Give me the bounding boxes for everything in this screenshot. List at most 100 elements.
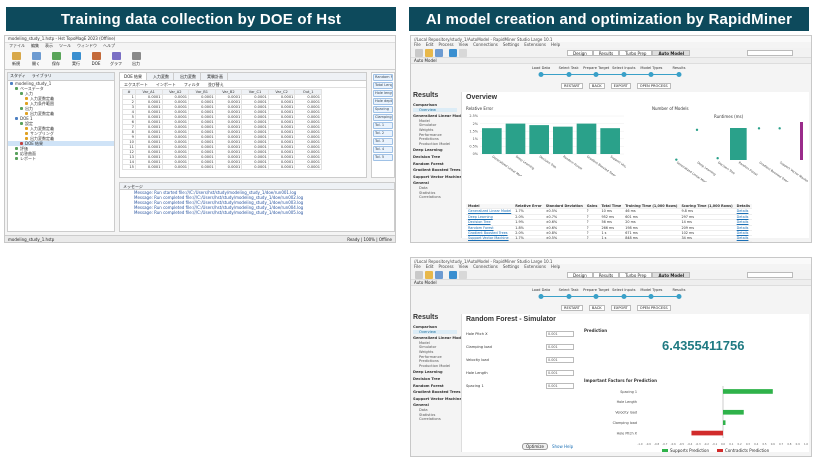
hst-ribbon-button[interactable]: 新規 — [9, 52, 23, 67]
rm-results-item[interactable]: Correlations — [413, 417, 457, 422]
hst-menu-item[interactable]: ツール — [59, 43, 71, 50]
rm-results-item[interactable]: Gradient Boosted Trees — [413, 168, 461, 173]
hst-menu-item[interactable]: ヘルプ — [103, 43, 115, 50]
rm-view-button[interactable]: Auto Model — [652, 272, 691, 278]
rm-view-button[interactable]: Results — [592, 50, 620, 56]
hst-menu-item[interactable]: ファイル — [9, 43, 25, 50]
rm-results-item[interactable]: Random Forest — [413, 162, 457, 167]
hst-variable-item[interactable]: Clamping — [373, 114, 393, 121]
rm-results-item[interactable]: Gradient Boosted Trees — [413, 390, 461, 395]
rm-step-action-button[interactable]: BACK — [588, 83, 605, 89]
hst-doc-tool[interactable]: 並び替え — [208, 82, 224, 87]
hst-doc-tool[interactable]: フィルタ — [184, 82, 200, 87]
hst-ribbon-button[interactable]: DOE — [89, 52, 103, 67]
rm-auto-model-tab[interactable]: Auto Model — [411, 280, 811, 286]
hst-menu-item[interactable]: 編集 — [31, 43, 39, 50]
rm-step-label[interactable]: Select Inputs — [612, 288, 635, 292]
hst-variable-item[interactable]: Spacing — [373, 106, 393, 113]
hst-tree-tab[interactable]: ライブラリ — [32, 73, 52, 80]
rm-step-dot[interactable] — [648, 294, 654, 299]
rm-step-dot[interactable] — [676, 294, 682, 299]
rm-step-action-button[interactable]: OPEN PROCESS — [636, 305, 671, 311]
rm-step-label[interactable]: Load Data — [532, 66, 550, 70]
rm-step-action-button[interactable]: EXPORT — [610, 83, 631, 89]
rm-results-item[interactable]: Deep Learning — [413, 370, 457, 375]
simulator-input-field[interactable]: 0.001 — [546, 370, 574, 376]
hst-variable-item[interactable]: Hole depth — [373, 98, 393, 105]
run-icon[interactable] — [449, 271, 457, 279]
rm-step-label[interactable]: Load Data — [532, 288, 550, 292]
rm-step-action-button[interactable]: RESTART — [561, 83, 583, 89]
hst-doc-tab[interactable]: 出力変数 — [176, 73, 202, 80]
hst-ribbon-button[interactable]: 開く — [29, 52, 43, 67]
hst-variable-item[interactable]: Tol. 5 — [373, 154, 393, 161]
rm-step-dot[interactable] — [593, 294, 599, 299]
hst-menu-item[interactable]: 表示 — [45, 43, 53, 50]
rm-step-action-button[interactable]: BACK — [588, 305, 605, 311]
stop-icon[interactable] — [459, 271, 467, 279]
simulator-input-field[interactable]: 0.001 — [546, 344, 574, 350]
rm-results-item[interactable]: Deep Learning — [413, 148, 457, 153]
rm-step-action-button[interactable]: EXPORT — [610, 305, 631, 311]
hst-doc-tool[interactable]: エクスポート — [124, 82, 148, 87]
save-icon[interactable] — [435, 271, 443, 279]
search-input[interactable] — [747, 272, 793, 278]
model-table-cell[interactable]: Gradient Boosted Trees — [466, 230, 514, 237]
hst-ribbon-button[interactable]: 保存 — [49, 52, 63, 67]
rm-results-item[interactable]: Correlations — [413, 195, 457, 200]
rm-results-item[interactable]: Random Forest — [413, 384, 457, 389]
optimize-button[interactable]: Optimize — [522, 443, 548, 450]
rm-step-label[interactable]: Results — [673, 66, 686, 70]
model-table-row[interactable]: Support Vector Machine 1.7% ±0.5%? 1 s 848 m… — [466, 235, 753, 242]
rm-step-dot[interactable] — [593, 72, 599, 77]
rm-view-button[interactable]: Design — [567, 50, 593, 56]
rm-step-label[interactable]: Select Inputs — [612, 66, 635, 70]
hst-doc-tool[interactable]: インポート — [156, 82, 176, 87]
run-icon[interactable] — [449, 49, 457, 57]
hst-variable-item[interactable]: Tol. 1 — [373, 122, 393, 129]
hst-doc-tab[interactable]: 入力変数 — [149, 73, 175, 80]
rm-step-action-button[interactable]: RESTART — [561, 305, 583, 311]
details-link[interactable]: Details — [734, 235, 753, 242]
rm-view-button[interactable]: Turbo Prep — [619, 272, 653, 278]
hst-ribbon-button[interactable]: グラフ — [109, 52, 123, 67]
rm-step-dot[interactable] — [621, 294, 627, 299]
rm-auto-model-tab[interactable]: Auto Model — [411, 58, 811, 64]
model-table-cell[interactable]: Support Vector Machine — [466, 235, 514, 242]
hst-variable-item[interactable]: Tol. 4 — [373, 146, 393, 153]
hst-tree-tab[interactable]: スタディ — [10, 73, 26, 80]
rm-step-label[interactable]: Model Types — [640, 66, 662, 70]
rm-step-label[interactable]: Select Task — [559, 288, 579, 292]
rm-step-dot[interactable] — [566, 294, 572, 299]
simulator-input-field[interactable]: 0.001 — [546, 357, 574, 363]
rm-step-label[interactable]: Prepare Target — [583, 288, 609, 292]
rm-step-action-button[interactable]: OPEN PROCESS — [636, 83, 671, 89]
rm-step-label[interactable]: Model Types — [640, 288, 662, 292]
open-folder-icon[interactable] — [425, 49, 433, 57]
hst-variable-item[interactable]: Tol. 2 — [373, 130, 393, 137]
rm-results-item[interactable]: Support Vector Machine — [413, 175, 462, 180]
rm-results-item[interactable]: Decision Tree — [413, 377, 457, 382]
rm-step-label[interactable]: Results — [673, 288, 686, 292]
hst-ribbon-button[interactable]: 出力 — [129, 52, 143, 67]
hst-table-row[interactable]: 15 0.0001 0.0001 0.0001 0.0001 0.0001 0.0001 0.… — [122, 164, 322, 170]
rm-step-label[interactable]: Prepare Target — [583, 66, 609, 70]
new-process-icon[interactable] — [415, 271, 423, 279]
show-help-link[interactable]: Show Help — [552, 444, 573, 449]
rm-view-button[interactable]: Results — [592, 272, 620, 278]
rm-step-label[interactable]: Select Task — [559, 66, 579, 70]
rm-results-item[interactable]: Overview — [413, 329, 457, 335]
hst-doc-tab[interactable]: DOE 結果 — [120, 73, 148, 80]
hst-doc-tab[interactable]: 実験計画 — [203, 73, 229, 80]
rm-results-item[interactable]: Overview — [413, 107, 457, 113]
new-process-icon[interactable] — [415, 49, 423, 57]
rm-step-dot[interactable] — [676, 72, 682, 77]
rm-view-button[interactable]: Design — [567, 272, 593, 278]
rm-step-dot[interactable] — [566, 72, 572, 77]
rm-results-item[interactable]: Production Model — [413, 142, 457, 147]
stop-icon[interactable] — [459, 49, 467, 57]
simulator-input-field[interactable]: 0.001 — [546, 331, 574, 337]
hst-menu-item[interactable]: ウィンドウ — [77, 43, 97, 50]
rm-view-button[interactable]: Turbo Prep — [619, 50, 653, 56]
hst-variable-item[interactable]: Random Forest — [373, 74, 393, 81]
